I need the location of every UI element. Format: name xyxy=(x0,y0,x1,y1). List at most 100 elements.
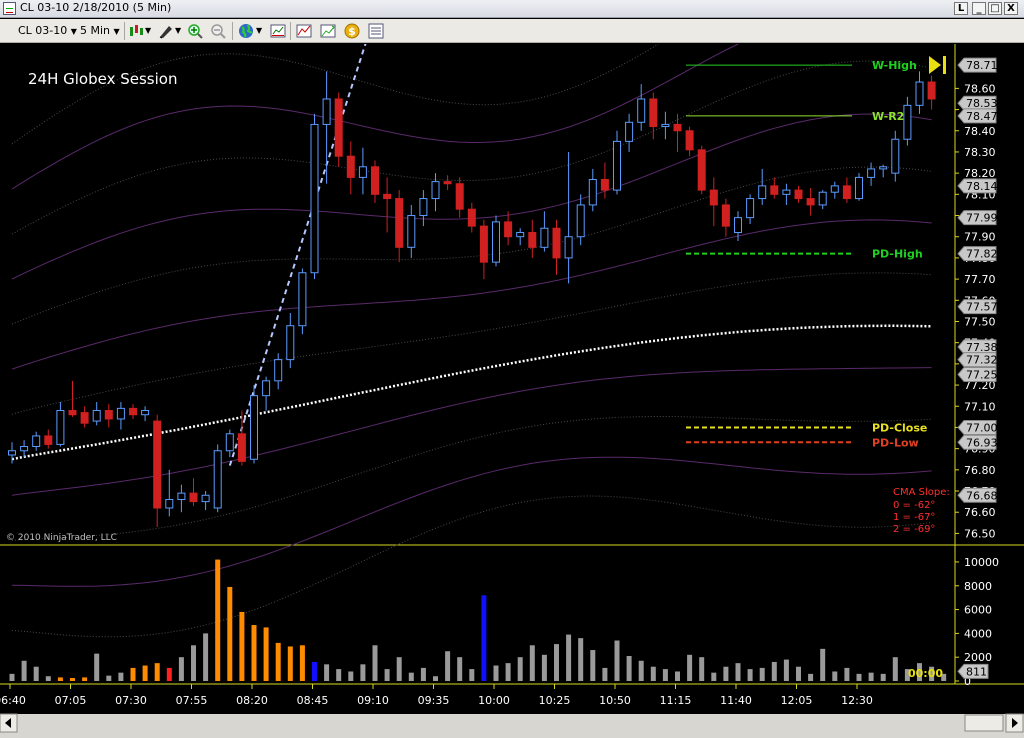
candle xyxy=(540,211,549,252)
volume-tick-label: 8000 xyxy=(964,580,992,593)
window-title: CL 03-10 2/18/2010 (5 Min) xyxy=(20,1,172,14)
candle-body xyxy=(92,409,101,422)
price-badge-label: 78.71 xyxy=(966,59,998,72)
candle-body xyxy=(141,409,150,416)
level-label: W-High xyxy=(872,59,917,72)
chart-app-icon xyxy=(3,2,16,15)
candle xyxy=(419,190,428,227)
candle xyxy=(32,431,41,451)
candle-body xyxy=(685,130,694,151)
volume-bar xyxy=(796,666,801,681)
candle-body xyxy=(395,198,404,248)
price-badge: 78.47 xyxy=(957,108,998,124)
price-tick-label: 77.90 xyxy=(964,231,996,244)
volume-bar xyxy=(191,645,196,681)
volume-bar xyxy=(408,672,414,681)
minimize-button[interactable]: _ xyxy=(972,2,986,15)
drawing-tool-icon[interactable] xyxy=(158,23,174,39)
zoom-out-icon[interactable] xyxy=(210,23,226,39)
candle xyxy=(56,402,65,447)
time-tick-label: 07:55 xyxy=(176,694,208,707)
volume-bar xyxy=(142,665,148,681)
volume-bar xyxy=(457,657,463,681)
candle xyxy=(274,353,283,390)
candle-body xyxy=(830,185,839,193)
candle xyxy=(564,151,573,284)
session-label: 24H Globex Session xyxy=(28,70,177,88)
link-button[interactable]: L xyxy=(954,2,968,15)
volume-bar xyxy=(445,651,451,681)
volume-tick-label: 6000 xyxy=(964,604,992,617)
candle-body xyxy=(625,121,634,142)
volume-bar xyxy=(384,669,390,681)
candle-body xyxy=(552,227,561,259)
candle xyxy=(891,130,900,182)
price-badge: 78.14 xyxy=(957,178,998,194)
candle-body xyxy=(746,198,755,219)
volume-bar xyxy=(263,627,269,681)
indicators-icon[interactable] xyxy=(296,23,312,39)
close-button[interactable]: X xyxy=(1004,2,1018,15)
volume-bar xyxy=(529,645,535,681)
volume-bar xyxy=(505,663,511,681)
time-tick-label: 10:00 xyxy=(478,694,510,707)
candle xyxy=(177,484,186,513)
chevron-down-icon[interactable]: ▼ xyxy=(256,22,262,40)
envelope-band-line xyxy=(11,367,932,496)
chart-canvas[interactable]: W-High W-R2 PD-High PD-Close PD-Low 24H Globe… xyxy=(0,44,1024,738)
volume-bar xyxy=(275,642,281,681)
candle xyxy=(262,376,271,411)
candle xyxy=(80,406,89,428)
instrument-label: CL 03-10 xyxy=(18,24,68,37)
candle-body xyxy=(274,359,283,382)
candle-body xyxy=(782,189,791,195)
chart-area[interactable]: W-High W-R2 PD-High PD-Close PD-Low 24H Globe… xyxy=(0,44,1024,738)
candle xyxy=(189,478,198,506)
price-badge-label: 77.32 xyxy=(966,354,998,367)
dollar-icon[interactable]: $ xyxy=(344,23,360,39)
volume-bar xyxy=(287,646,293,681)
candle xyxy=(201,491,210,511)
candle-body xyxy=(504,221,513,238)
candle xyxy=(770,177,779,199)
instrument-selector[interactable]: CL 03-10 ▼ xyxy=(18,22,77,40)
candle xyxy=(709,177,718,227)
volume-bar xyxy=(650,666,656,681)
volume-bar xyxy=(832,671,838,681)
maximize-button[interactable]: □ xyxy=(988,2,1002,15)
volume-bar xyxy=(723,666,729,681)
candle xyxy=(794,185,803,203)
candle xyxy=(576,194,585,246)
candle xyxy=(903,96,912,146)
price-badge: 76.68 xyxy=(957,487,998,503)
candle xyxy=(431,173,440,212)
properties-icon[interactable] xyxy=(270,23,286,39)
envelope-band-line xyxy=(11,495,932,638)
candle-body xyxy=(104,409,113,420)
candle-body xyxy=(286,325,295,361)
zoom-in-icon[interactable] xyxy=(187,23,203,39)
volume-bar xyxy=(844,667,850,681)
candle-body xyxy=(153,420,162,509)
volume-bar xyxy=(735,663,741,681)
price-badge-label: 78.47 xyxy=(966,110,998,123)
candle xyxy=(479,219,488,280)
volume-bar xyxy=(590,650,596,681)
globe-icon[interactable] xyxy=(238,23,254,39)
strategies-icon[interactable] xyxy=(320,23,336,39)
bar-type-icon[interactable] xyxy=(128,23,144,39)
chevron-down-icon: ▼ xyxy=(70,27,77,36)
volume-bar xyxy=(541,654,547,681)
scroll-thumb xyxy=(964,714,1004,732)
horizontal-scrollbar xyxy=(0,714,1024,738)
data-box-icon[interactable] xyxy=(368,23,384,39)
candle xyxy=(116,402,125,430)
candle-body xyxy=(346,155,355,178)
period-selector[interactable]: 5 Min ▼ xyxy=(80,22,120,40)
title-bar[interactable]: CL 03-10 2/18/2010 (5 Min) L _ □ X xyxy=(0,0,1024,18)
candle-body xyxy=(516,231,525,238)
candle-body xyxy=(455,183,464,210)
chevron-down-icon[interactable]: ▼ xyxy=(175,22,181,40)
chevron-down-icon[interactable]: ▼ xyxy=(145,22,151,40)
candle-body xyxy=(310,123,319,274)
